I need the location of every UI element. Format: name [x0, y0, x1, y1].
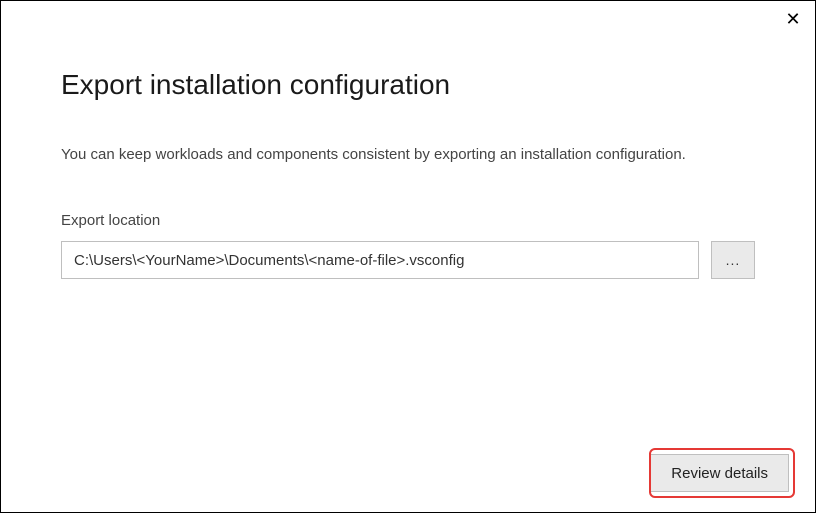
export-location-label: Export location	[61, 212, 755, 229]
review-details-button[interactable]: Review details	[650, 454, 789, 492]
dialog-title: Export installation configuration	[61, 69, 755, 101]
dialog-description: You can keep workloads and components co…	[61, 143, 701, 166]
export-path-input[interactable]	[61, 241, 699, 279]
close-icon: ✕	[785, 9, 800, 30]
close-button[interactable]: ✕	[783, 9, 803, 29]
dialog-content: Export installation configuration You ca…	[1, 1, 815, 279]
browse-button[interactable]: ...	[711, 241, 755, 279]
dialog-footer: Review details	[650, 454, 789, 492]
export-location-row: ...	[61, 241, 755, 279]
ellipsis-icon: ...	[726, 252, 741, 268]
